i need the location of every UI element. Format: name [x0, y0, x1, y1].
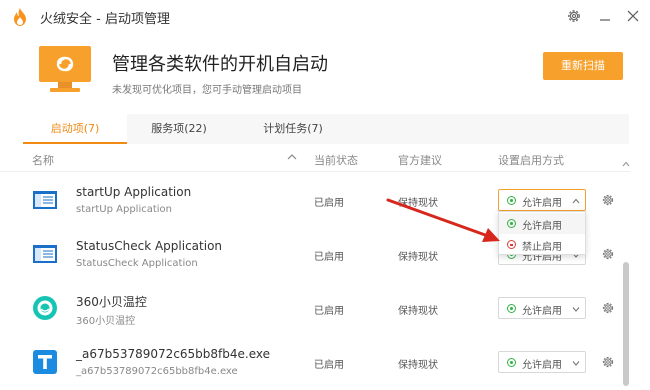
t-app-icon: [33, 350, 57, 374]
row-advice: 保持现状: [398, 198, 438, 209]
minimize-icon[interactable]: [598, 10, 612, 24]
page-subtitle: 未发现可优化项目，您可手动管理启动项目: [112, 85, 302, 96]
close-icon[interactable]: [626, 9, 640, 23]
table-row: 360小贝温控 360小贝温控 已启用 保持现状 允许启用: [0, 281, 630, 335]
page-title: 管理各类软件的开机自启动: [112, 54, 328, 75]
row-state: 已启用: [314, 360, 344, 371]
row-settings-gear-icon[interactable]: [601, 193, 615, 207]
scroll-up-arrow-icon[interactable]: [622, 160, 630, 168]
column-state: 当前状态: [314, 154, 358, 167]
tab-scheduled-tasks[interactable]: 计划任务(7): [231, 114, 355, 144]
settings-gear-icon[interactable]: [566, 8, 582, 24]
row-settings-gear-icon[interactable]: [601, 355, 615, 369]
chevron-down-icon: [572, 361, 580, 366]
allow-status-icon: [507, 196, 516, 205]
huorong-logo-icon: [14, 8, 26, 26]
tab-bar: 启动项(7) 服务项(22) 计划任务(7): [23, 114, 629, 144]
window-title: 火绒安全 - 启动项管理: [40, 12, 170, 27]
dropdown-option-allow[interactable]: 允许启用: [499, 213, 585, 234]
dropdown-option-ban[interactable]: 禁止启用: [499, 234, 585, 255]
mode-select[interactable]: 允许启用: [498, 297, 586, 319]
ban-status-icon: [507, 240, 516, 249]
mode-select-value: 允许启用: [522, 360, 562, 371]
dropdown-option-label: 禁止启用: [522, 242, 562, 253]
chevron-down-icon: [572, 307, 580, 312]
row-state: 已启用: [314, 252, 344, 263]
allow-status-icon: [507, 358, 516, 367]
row-subtitle: startUp Application: [76, 204, 173, 215]
table-header: 名称 当前状态 官方建议 设置启用方式: [0, 144, 630, 172]
row-settings-gear-icon[interactable]: [601, 301, 615, 315]
chevron-up-icon: [572, 198, 580, 204]
mode-select[interactable]: 允许启用: [498, 351, 586, 373]
row-advice: 保持现状: [398, 360, 438, 371]
row-name: startUp Application: [76, 185, 192, 199]
tab-services[interactable]: 服务项(22): [127, 114, 231, 144]
row-name: StatusCheck Application: [76, 239, 223, 253]
allow-status-icon: [507, 219, 516, 228]
row-advice: 保持现状: [398, 306, 438, 317]
monitor-refresh-icon: [39, 46, 91, 92]
column-advice: 官方建议: [398, 154, 442, 167]
row-advice: 保持现状: [398, 252, 438, 263]
mode-select-value: 允许启用: [522, 306, 562, 317]
window-app-icon: [33, 245, 57, 263]
row-subtitle: 360小贝温控: [76, 316, 136, 327]
row-name: 360小贝温控: [76, 295, 147, 309]
title-bar: 火绒安全 - 启动项管理: [0, 0, 650, 34]
row-subtitle: StatusCheck Application: [76, 258, 198, 269]
window-app-icon: [33, 191, 57, 209]
row-state: 已启用: [314, 198, 344, 209]
row-subtitle: _a67b53789072c65bb8fb4e.exe: [76, 366, 238, 377]
column-name[interactable]: 名称: [32, 152, 54, 168]
mode-select[interactable]: 允许启用: [498, 189, 586, 211]
mode-select-value: 允许启用: [522, 198, 562, 209]
360-temp-icon: [33, 296, 57, 320]
table-row: _a67b53789072c65bb8fb4e.exe _a67b5378907…: [0, 335, 630, 389]
mode-dropdown-menu: 允许启用 禁止启用: [498, 211, 586, 255]
tab-startup-items[interactable]: 启动项(7): [23, 114, 127, 144]
dropdown-option-label: 允许启用: [522, 221, 562, 232]
rescan-button[interactable]: 重新扫描: [543, 52, 623, 80]
sort-chevron-up-icon[interactable]: [287, 153, 297, 161]
scrollbar-thumb[interactable]: [623, 262, 629, 386]
allow-status-icon: [507, 304, 516, 313]
column-mode: 设置启用方式: [498, 154, 564, 167]
row-name: _a67b53789072c65bb8fb4e.exe: [76, 347, 271, 361]
row-state: 已启用: [314, 306, 344, 317]
row-settings-gear-icon[interactable]: [601, 247, 615, 261]
